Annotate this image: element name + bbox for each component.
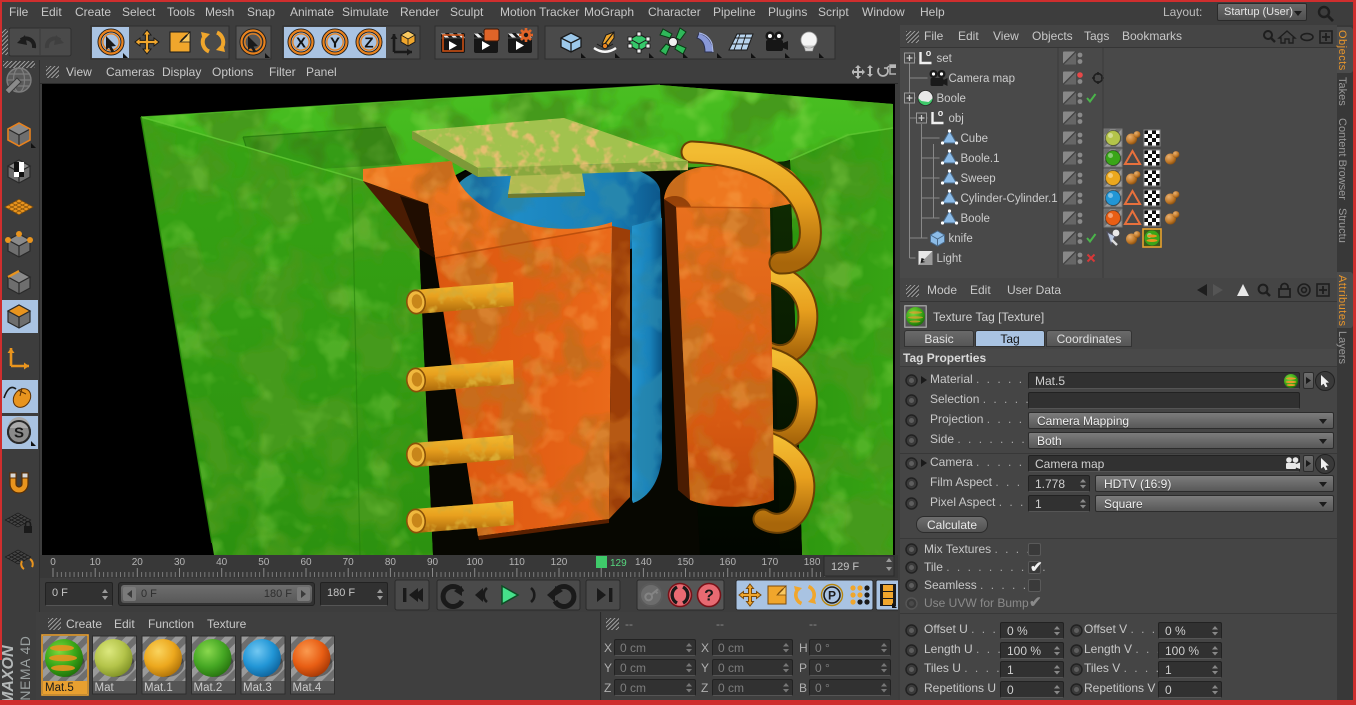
svg-text:Boole: Boole xyxy=(937,93,966,105)
svg-text:0: 0 xyxy=(50,557,56,568)
svg-text:100: 100 xyxy=(466,557,483,568)
svg-text:Z: Z xyxy=(364,35,373,52)
svg-text:90: 90 xyxy=(427,557,439,568)
svg-text:40: 40 xyxy=(216,557,228,568)
svg-text:P: P xyxy=(828,589,836,603)
svg-text:S: S xyxy=(14,425,24,442)
svg-text:110: 110 xyxy=(509,557,525,568)
svg-text:30: 30 xyxy=(174,557,186,568)
svg-text:?: ? xyxy=(704,588,714,605)
svg-text:Mat.4: Mat.4 xyxy=(293,682,322,694)
svg-text:120: 120 xyxy=(551,557,568,568)
svg-text:Mat.1: Mat.1 xyxy=(144,682,173,694)
svg-text:80: 80 xyxy=(385,557,397,568)
svg-text:20: 20 xyxy=(132,557,144,568)
svg-text:Mat.3: Mat.3 xyxy=(243,682,272,694)
svg-text:150: 150 xyxy=(677,557,694,568)
svg-text:129 F: 129 F xyxy=(831,561,859,573)
svg-text:Sweep: Sweep xyxy=(961,173,996,185)
svg-text:160: 160 xyxy=(719,557,736,568)
svg-text:180: 180 xyxy=(804,557,821,568)
svg-text:129: 129 xyxy=(610,558,627,569)
svg-text:Light: Light xyxy=(937,253,963,265)
svg-text:Mat.2: Mat.2 xyxy=(194,682,223,694)
svg-text:Cylinder-Cylinder.1: Cylinder-Cylinder.1 xyxy=(961,193,1058,205)
svg-text:70: 70 xyxy=(343,557,355,568)
svg-text:50: 50 xyxy=(258,557,270,568)
svg-text:knife: knife xyxy=(949,233,973,245)
svg-text:Camera map: Camera map xyxy=(949,73,1015,85)
svg-text:Mat: Mat xyxy=(95,682,115,694)
svg-text:Cube: Cube xyxy=(961,133,989,145)
svg-text:Boole.1: Boole.1 xyxy=(961,153,1000,165)
svg-text:set: set xyxy=(937,53,953,65)
svg-text:X: X xyxy=(296,35,306,52)
svg-text:Y: Y xyxy=(330,35,340,52)
svg-text:Mat.5: Mat.5 xyxy=(45,682,74,694)
svg-text:Boole: Boole xyxy=(961,213,990,225)
svg-text:10: 10 xyxy=(90,557,102,568)
svg-text:obj: obj xyxy=(949,113,964,125)
svg-text:140: 140 xyxy=(635,557,652,568)
svg-text:170: 170 xyxy=(762,557,779,568)
svg-text:60: 60 xyxy=(300,557,312,568)
